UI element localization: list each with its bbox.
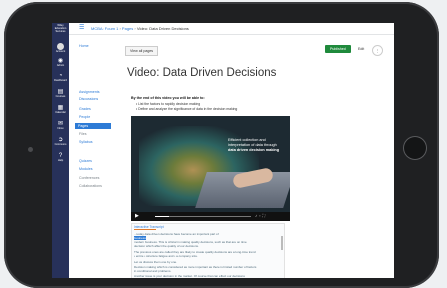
transcript-line[interactable]: • entire • structure fatigue and • a com…	[134, 254, 198, 258]
course-nav-pages[interactable]: Pages	[75, 123, 111, 129]
screen: Wiley Education Services Account ◉ Admin…	[52, 23, 394, 278]
transcript-progress	[134, 229, 156, 230]
camera-icon	[28, 147, 33, 152]
course-nav-people[interactable]: People	[79, 115, 90, 119]
course-nav-discussions[interactable]: Discussions	[79, 97, 98, 101]
user-icon	[57, 43, 64, 50]
global-nav: Wiley Education Services Account ◉ Admin…	[52, 23, 69, 278]
course-nav-quizzes[interactable]: Quizzes	[79, 159, 92, 163]
list-item: • Define and analyze the significance of…	[136, 107, 238, 111]
home-button[interactable]	[404, 137, 426, 159]
nav-commons[interactable]: ➲ Commons	[52, 137, 69, 146]
more-options-icon[interactable]: ⋮	[372, 45, 383, 56]
nav-courses[interactable]: ▤ Courses	[52, 89, 69, 98]
transcript-scrollbar[interactable]	[281, 236, 283, 250]
top-bar: ☰ MCBA: Foum 1 › Pages › Video: Data Dri…	[69, 23, 394, 35]
objectives-list: • List the factors to rapidly decision m…	[136, 102, 237, 112]
nav-dashboard[interactable]: ◔ Dashboard	[52, 73, 69, 82]
objectives-intro: By the end of this video you will be abl…	[131, 96, 205, 100]
breadcrumb: MCBA: Foum 1 › Pages › Video: Data Drive…	[91, 26, 189, 31]
breadcrumb-current: Video: Data Driven Decisions	[136, 26, 189, 31]
nav-help[interactable]: ? Help	[52, 153, 69, 162]
course-nav-assignments[interactable]: Assignments	[79, 90, 100, 94]
nav-account[interactable]: Account	[52, 43, 69, 53]
breadcrumb-course[interactable]: MCBA: Foum 1	[91, 26, 118, 31]
course-nav-home[interactable]: Home	[79, 44, 89, 48]
play-icon[interactable]: ▶	[135, 213, 139, 219]
transcript-line[interactable]: Another issue is your decision in the ma…	[134, 274, 245, 278]
nav-inbox[interactable]: ✉ Inbox	[52, 121, 69, 130]
course-nav-grades[interactable]: Grades	[79, 107, 91, 111]
nav-admin[interactable]: ◉ Admin	[52, 58, 69, 67]
course-nav-conferences[interactable]: Conferences	[79, 176, 99, 180]
main-content: View all pages Published Edit ⋮ Video: D…	[122, 35, 394, 278]
course-nav-syllabus[interactable]: Syllabus	[79, 140, 93, 144]
transcript-line[interactable]: decision which affect the quality of our…	[134, 244, 199, 248]
nav-calendar[interactable]: ▦ Calendar	[52, 105, 69, 114]
video-controls: ▶ ♪▫⛶	[131, 212, 290, 221]
institution-logo[interactable]: Wiley Education Services	[53, 24, 68, 39]
video-player[interactable]: Efficient collection and interpretation …	[131, 116, 290, 221]
interactive-transcript[interactable]: Interactive Transcript ...today data dri…	[131, 223, 285, 278]
breadcrumb-section[interactable]: Pages	[122, 26, 133, 31]
course-nav-modules[interactable]: Modules	[79, 167, 93, 171]
transcript-line[interactable]: in conditional and problems.	[134, 269, 171, 273]
course-nav: Home Assignments Discussions Grades Peop…	[69, 35, 119, 278]
fullscreen-icon[interactable]: ⛶	[262, 213, 267, 218]
hamburger-icon[interactable]: ☰	[79, 24, 84, 31]
course-nav-collaborations[interactable]: Collaborations	[79, 184, 102, 188]
video-overlay-text: Efficient collection and interpretation …	[228, 138, 280, 152]
view-all-pages-button[interactable]: View all pages	[125, 46, 159, 56]
video-progress-bar[interactable]	[155, 216, 251, 217]
course-nav-files[interactable]: Files	[79, 132, 87, 136]
page-title: Video: Data Driven Decisions	[127, 67, 277, 79]
transcript-line[interactable]: Let us discuss them one by one.	[134, 260, 177, 264]
edit-button[interactable]: Edit	[358, 47, 364, 51]
published-button[interactable]: Published	[325, 45, 351, 53]
transcript-line[interactable]: ...today data driven decisions have beco…	[134, 232, 219, 236]
